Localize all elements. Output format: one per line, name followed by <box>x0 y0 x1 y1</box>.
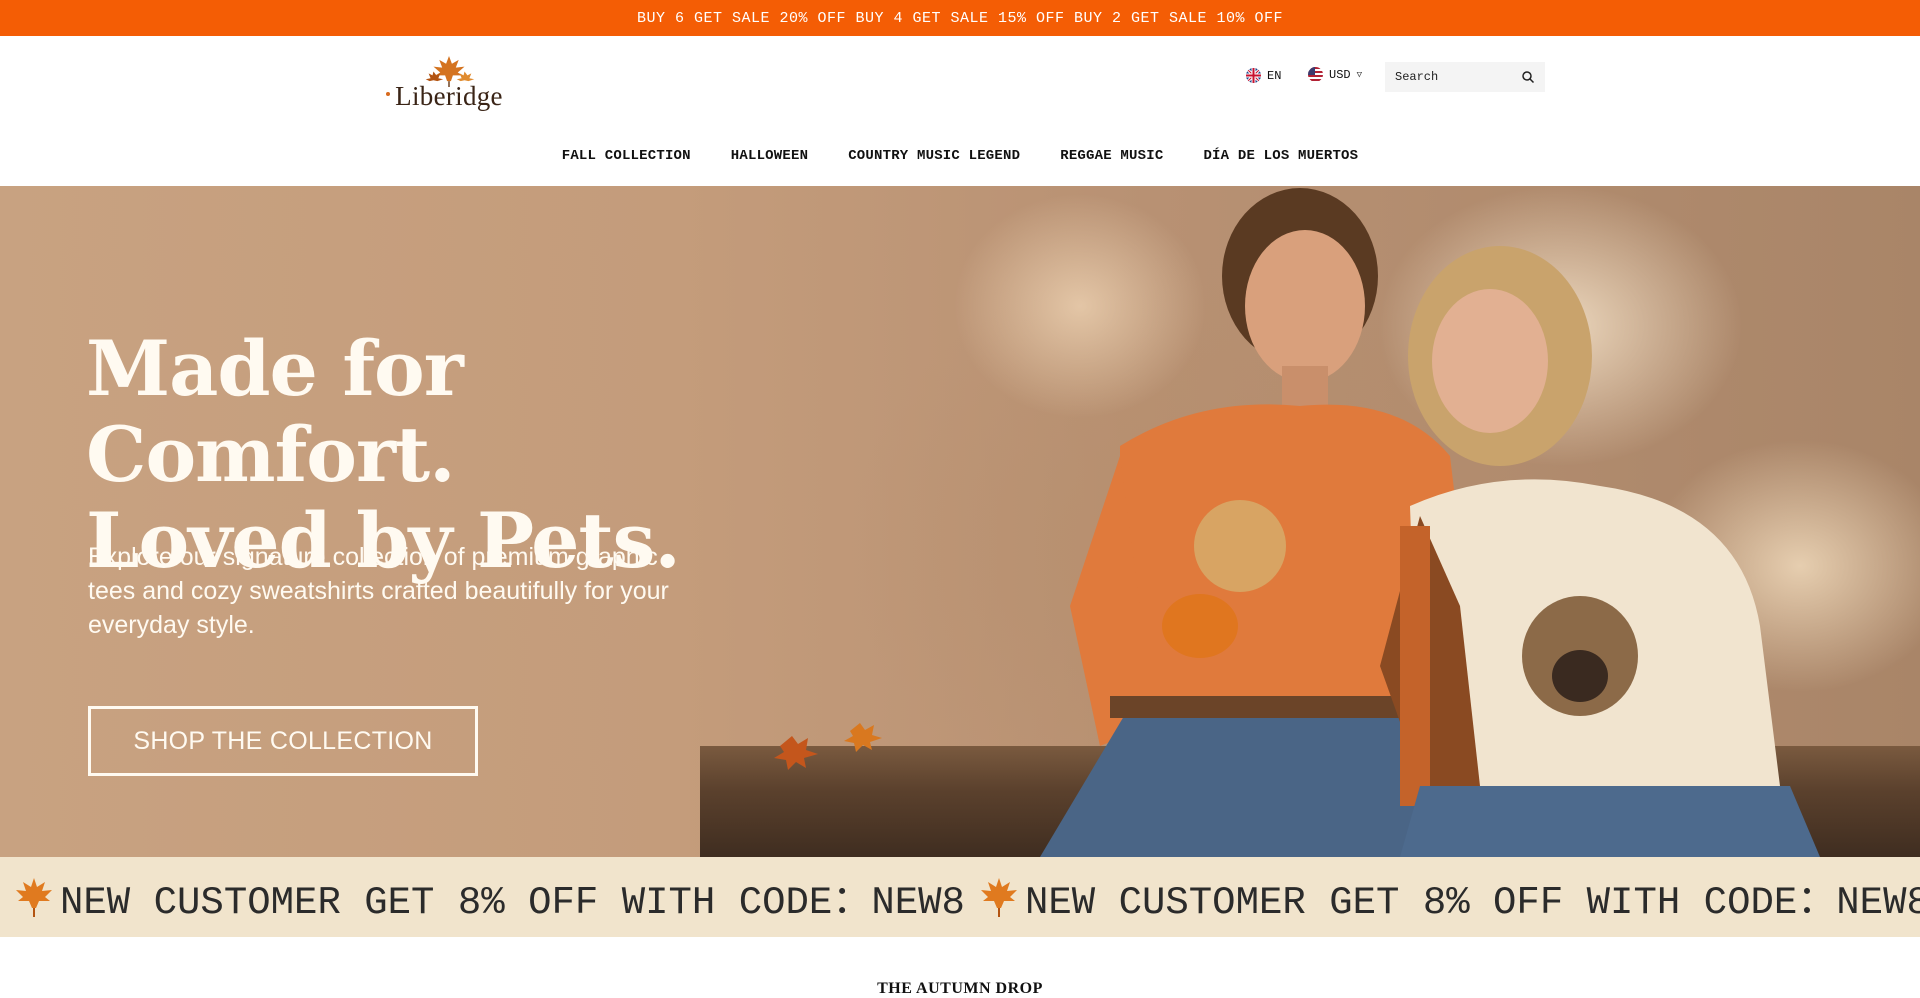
language-selector[interactable]: EN <box>1246 68 1281 83</box>
promo-marquee: NEW CUSTOMER GET 8% OFF WITH CODE：NEW8 N… <box>0 857 1920 937</box>
chevron-down-icon: ▽ <box>1356 69 1363 80</box>
hero-banner: Made for Comfort. Loved by Pets. Explore… <box>0 186 1920 857</box>
announcement-text: BUY 6 GET SALE 20% OFF BUY 4 GET SALE 15… <box>636 9 1284 27</box>
maple-leaf-icon <box>980 878 1017 917</box>
shop-collection-button[interactable]: SHOP THE COLLECTION <box>88 706 478 776</box>
currency-selector[interactable]: USD ▽ <box>1308 67 1362 82</box>
site-header: Liberidge EN USD ▽ Search FALL COLLECTIO… <box>0 36 1920 186</box>
hero-title-line-1: Made for Comfort. <box>86 324 464 499</box>
logo-text: Liberidge <box>395 81 503 111</box>
nav-item-country-music-legend[interactable]: COUNTRY MUSIC LEGEND <box>828 148 1040 164</box>
section-title: THE AUTUMN DROP <box>877 980 1043 997</box>
main-nav: FALL COLLECTION HALLOWEEN COUNTRY MUSIC … <box>0 148 1920 164</box>
announcement-bar: BUY 6 GET SALE 20% OFF BUY 4 GET SALE 15… <box>0 0 1920 36</box>
search-box <box>1385 62 1545 92</box>
woman-figure <box>1380 246 1820 857</box>
marquee-text: NEW CUSTOMER GET 8% OFF WITH CODE：NEW8 <box>60 881 965 925</box>
marquee-text: NEW CUSTOMER GET 8% OFF WITH CODE：NEW8 <box>1024 881 1920 925</box>
site-logo[interactable]: Liberidge <box>383 54 515 112</box>
hero-subtitle: Explore our signature collection of prem… <box>88 543 669 639</box>
nav-item-halloween[interactable]: HALLOWEEN <box>711 148 828 164</box>
maple-leaf-icon <box>16 878 52 917</box>
search-input[interactable] <box>1395 70 1515 84</box>
us-flag-icon <box>1308 67 1323 82</box>
marquee-item: NEW CUSTOMER GET 8% OFF WITH CODE：NEW8 <box>0 869 965 925</box>
logo-dot <box>386 92 390 96</box>
uk-flag-icon <box>1246 68 1261 83</box>
nav-item-dia-de-los-muertos[interactable]: DÍA DE LOS MUERTOS <box>1183 148 1378 164</box>
language-label: EN <box>1267 68 1282 83</box>
nav-item-reggae-music[interactable]: REGGAE MUSIC <box>1040 148 1183 164</box>
marquee-item: NEW CUSTOMER GET 8% OFF WITH CODE：NEW8 <box>965 869 1920 925</box>
search-icon[interactable] <box>1521 70 1535 84</box>
nav-item-fall-collection[interactable]: FALL COLLECTION <box>542 148 711 164</box>
currency-label: USD <box>1329 67 1351 82</box>
